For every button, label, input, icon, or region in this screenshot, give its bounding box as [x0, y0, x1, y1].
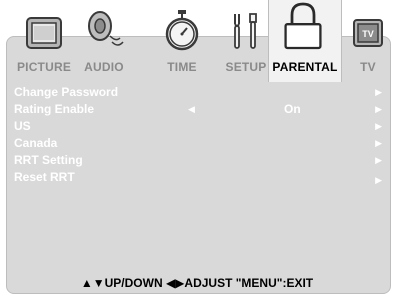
right-arrow-icon: ▶: [375, 138, 382, 148]
tab-label: PARENTAL: [272, 60, 338, 74]
right-arrow-icon[interactable]: ▶: [375, 101, 382, 118]
menu-item-change-password[interactable]: Change Password ▶: [14, 84, 388, 101]
right-arrow-icon: ▶: [375, 121, 382, 131]
tab-label: TV: [360, 60, 376, 74]
menu-item-rrt-setting[interactable]: RRT Setting ▶: [14, 152, 388, 169]
menu-item-us[interactable]: US ▶: [14, 118, 388, 135]
menu-list: Change Password ▶ Rating Enable ◀ On ▶ U…: [14, 84, 388, 186]
svg-text:TV: TV: [362, 29, 374, 39]
menu-item-canada[interactable]: Canada ▶: [14, 135, 388, 152]
tv-icon: TV: [346, 4, 390, 52]
navigation-hint: ▲▼UP/DOWN ◀▶ADJUST "MENU":EXIT: [80, 276, 314, 290]
menu-item-rating-enable[interactable]: Rating Enable ◀ On ▶: [14, 101, 388, 118]
picture-icon: [22, 4, 66, 52]
menu-item-label: Rating Enable: [14, 102, 95, 116]
left-arrow-icon[interactable]: ◀: [188, 101, 195, 118]
right-arrow-icon: ▶: [375, 87, 382, 97]
speaker-icon: [82, 4, 126, 52]
tab-label: AUDIO: [84, 60, 124, 74]
tools-icon: [224, 4, 268, 52]
padlock-icon: [281, 2, 325, 52]
tab-setup[interactable]: SETUP: [216, 0, 276, 82]
menu-item-label: Canada: [14, 136, 58, 150]
tab-parental[interactable]: PARENTAL: [268, 0, 342, 82]
menu-item-label: US: [14, 119, 31, 133]
menu-item-label: RRT Setting: [14, 153, 83, 167]
menu-item-label: Change Password: [14, 85, 119, 99]
tab-picture[interactable]: PICTURE: [14, 0, 74, 82]
tab-bar: PICTURE AUDIO TIME SETUP PARENTAL TV TV: [0, 0, 394, 86]
tab-label: TIME: [167, 60, 197, 74]
tab-tv[interactable]: TV TV: [346, 0, 390, 82]
tab-label: PICTURE: [16, 60, 72, 74]
menu-item-reset-rrt[interactable]: Reset RRT ▶: [14, 169, 388, 186]
menu-item-value: On: [284, 102, 301, 116]
tab-label: SETUP: [225, 60, 267, 74]
stopwatch-icon: [160, 4, 204, 52]
menu-item-label: Reset RRT: [14, 170, 75, 184]
tab-audio[interactable]: AUDIO: [74, 0, 134, 82]
right-arrow-icon: ▶: [375, 155, 382, 165]
tab-time[interactable]: TIME: [152, 0, 212, 82]
right-arrow-icon: ▶: [375, 175, 382, 185]
